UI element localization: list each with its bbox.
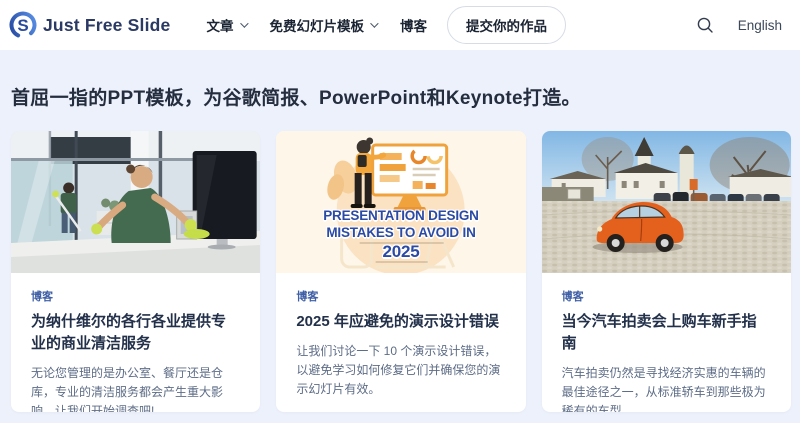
illustration-headline-line: 2025: [382, 242, 420, 261]
orange-car-auction-photo: [541, 131, 791, 273]
card-description: 汽车拍卖仍然是寻找经济实惠的车辆的最佳途径之一，从标准轿车到那些极为稀有的车型。: [561, 366, 766, 412]
blog-cards-grid: 博客 为纳什维尔的各行各业提供专业的商业清洁服务 无论您管理的是办公室、餐厅还是…: [11, 131, 791, 412]
card-description: 无论您管理的是办公室、餐厅还是仓库，专业的清洁服务都会产生重大影响。让我们开始调…: [31, 366, 224, 412]
search-icon[interactable]: [696, 16, 714, 34]
illustration-headline-line: MISTAKES TO AVOID IN: [326, 225, 476, 240]
card-title[interactable]: 为纳什维尔的各行各业提供专业的商业清洁服务: [31, 311, 240, 355]
chevron-down-icon: [239, 19, 249, 28]
logo-text: Just Free Slide: [43, 14, 171, 35]
office-cleaning-photo: [11, 131, 261, 273]
nav-item-label: 免费幻灯片模板: [269, 19, 365, 34]
header-right: English: [696, 16, 786, 34]
nav-item-articles[interactable]: 文章: [206, 15, 249, 35]
page-title: 首屈一指的PPT模板，为谷歌简报、PowerPoint和Keynote打造。: [11, 88, 581, 109]
card-tag[interactable]: 博客: [31, 288, 240, 304]
nav-item-free-templates[interactable]: 免费幻灯片模板: [269, 15, 379, 35]
nav-item-label: 博客: [400, 19, 427, 34]
card-body: 博客 当今汽车拍卖会上购车新手指南 汽车拍卖仍然是寻找经济实惠的车辆的最佳途径之…: [542, 273, 791, 412]
logo-s-icon: S: [8, 10, 38, 40]
blog-card-cleaning[interactable]: 博客 为纳什维尔的各行各业提供专业的商业清洁服务 无论您管理的是办公室、餐厅还是…: [11, 131, 261, 412]
illustration-headline: PRESENTATION DESIGN MISTAKES TO AVOID IN…: [276, 207, 525, 260]
card-description: 让我们讨论一下 10 个演示设计错误，以避免学习如何修复它们并确保您的演示幻灯片…: [296, 344, 501, 396]
main-nav: 文章 免费幻灯片模板 博客 提交你的作品: [206, 6, 566, 44]
illustration-headline-line: PRESENTATION DESIGN: [323, 208, 479, 223]
nav-item-label: 文章: [206, 19, 234, 34]
card-body: 博客 2025 年应避免的演示设计错误 让我们讨论一下 10 个演示设计错误，以…: [276, 273, 525, 399]
hero-section: 首屈一指的PPT模板，为谷歌简报、PowerPoint和Keynote打造。 博…: [0, 50, 800, 423]
chevron-down-icon: [370, 19, 379, 28]
card-title[interactable]: 2025 年应避免的演示设计错误: [296, 311, 505, 333]
card-title[interactable]: 当今汽车拍卖会上购车新手指南: [562, 311, 771, 355]
card-tag[interactable]: 博客: [562, 288, 771, 304]
presentation-design-illustration: PRESENTATION DESIGN MISTAKES TO AVOID IN…: [276, 131, 526, 273]
submit-work-button[interactable]: 提交你的作品: [447, 6, 566, 44]
nav-item-blog[interactable]: 博客: [400, 15, 427, 35]
blog-card-presentation-mistakes[interactable]: PRESENTATION DESIGN MISTAKES TO AVOID IN…: [276, 131, 526, 412]
site-logo[interactable]: S Just Free Slide: [8, 10, 171, 40]
card-body: 博客 为纳什维尔的各行各业提供专业的商业清洁服务 无论您管理的是办公室、餐厅还是…: [11, 273, 260, 412]
card-tag[interactable]: 博客: [296, 288, 505, 304]
site-header: S Just Free Slide 文章 免费幻灯片模板 博客 提交你的作品 E…: [0, 0, 800, 50]
blog-card-car-auction[interactable]: 博客 当今汽车拍卖会上购车新手指南 汽车拍卖仍然是寻找经济实惠的车辆的最佳途径之…: [541, 131, 791, 412]
language-switcher[interactable]: English: [738, 18, 782, 33]
svg-text:S: S: [17, 16, 28, 35]
